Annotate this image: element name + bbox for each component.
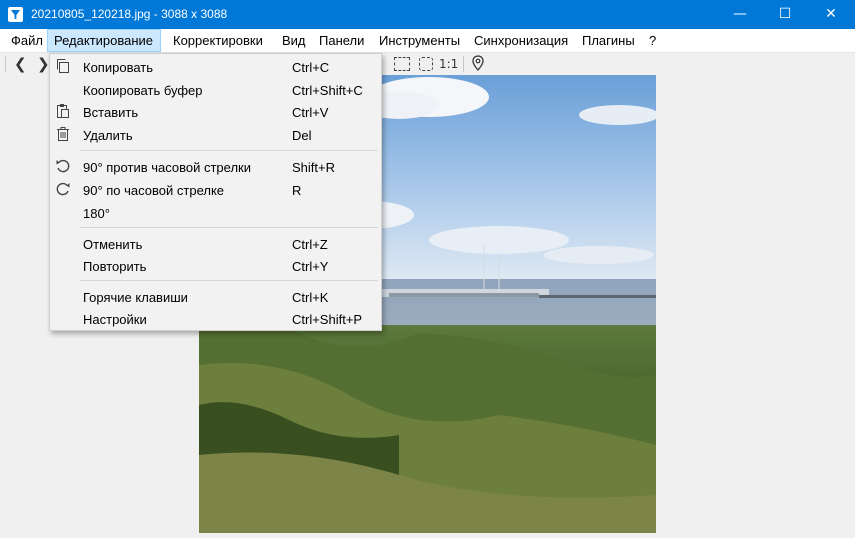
menu-item-label: Повторить [83,259,147,274]
menu-item-paste[interactable]: Вставить Ctrl+V [50,101,381,123]
fit-to-window-icon[interactable] [394,57,410,71]
chevron-right-icon[interactable]: ❯ [37,55,50,73]
trash-icon [54,126,72,144]
menu-bar: Файл Редактирование Корректировки Вид Па… [0,29,855,53]
menu-item-shortcut: Ctrl+Y [292,259,329,274]
menu-item-label: Горячие клавиши [83,290,188,305]
paste-icon [54,103,72,121]
menu-sync[interactable]: Синхронизация [468,29,574,52]
maximize-button[interactable]: ☐ [762,0,808,29]
menu-item-label: Настройки [83,312,147,327]
menu-file[interactable]: Файл [5,29,49,52]
menu-panels[interactable]: Панели [313,29,370,52]
copy-icon [54,58,72,76]
actual-size-button[interactable]: 1:1 [439,55,458,73]
app-logo-icon [8,7,23,22]
menu-adjustments[interactable]: Корректировки [167,29,269,52]
toolbar-grip [5,56,6,72]
menu-edit[interactable]: Редактирование [47,29,161,52]
menu-item-shortcut: Ctrl+Shift+P [292,312,363,327]
close-button[interactable]: ✕ [808,0,854,29]
menu-item-label: Отменить [83,237,143,252]
rotate-cw-icon [54,181,72,199]
menu-item-shortcut: Shift+R [292,160,335,175]
menu-item-label: 180° [83,206,110,221]
chevron-left-icon[interactable]: ❮ [14,55,27,73]
menu-item-settings[interactable]: Настройки Ctrl+Shift+P [50,308,381,330]
menu-item-shortcut: Ctrl+Z [292,237,328,252]
menu-item-shortcut: Ctrl+K [292,290,329,305]
menu-item-copy-buffer[interactable]: Коопировать буфер Ctrl+Shift+C [50,79,381,101]
menu-item-label: 90° по часовой стрелке [83,183,225,198]
menu-item-hotkeys[interactable]: Горячие клавиши Ctrl+K [50,286,381,308]
menu-item-shortcut: R [292,183,302,198]
rotate-ccw-icon [54,158,72,176]
menu-item-shortcut: Ctrl+C [292,60,330,75]
menu-item-label: Коопировать буфер [83,83,203,98]
menu-tools[interactable]: Инструменты [373,29,466,52]
menu-help[interactable]: ? [643,29,662,52]
title-bar: 20210805_120218.jpg - 3088 x 3088 — ☐ ✕ [0,0,855,29]
menu-item-label: Копировать [83,60,153,75]
menu-item-label: 90° против часовой стрелки [83,160,251,175]
minimize-button[interactable]: — [717,0,763,29]
menu-item-redo[interactable]: Повторить Ctrl+Y [50,255,381,277]
menu-separator [80,150,378,151]
map-pin-icon[interactable] [472,55,484,73]
menu-view[interactable]: Вид [276,29,312,52]
menu-item-delete[interactable]: Удалить Del [50,124,381,146]
menu-separator [80,280,378,281]
menu-item-shortcut: Ctrl+V [292,105,329,120]
menu-item-label: Вставить [83,105,139,120]
menu-item-rotate-ccw[interactable]: 90° против часовой стрелки Shift+R [50,156,381,178]
menu-item-label: Удалить [83,128,133,143]
menu-item-undo[interactable]: Отменить Ctrl+Z [50,233,381,255]
menu-item-rotate-180[interactable]: 180° [50,202,381,224]
fit-width-icon[interactable] [419,57,433,71]
toolbar-separator [463,56,464,72]
edit-menu-dropdown: Копировать Ctrl+C Коопировать буфер Ctrl… [49,53,382,331]
menu-plugins[interactable]: Плагины [576,29,641,52]
window-title: 20210805_120218.jpg - 3088 x 3088 [31,7,228,21]
menu-item-rotate-cw[interactable]: 90° по часовой стрелке R [50,179,381,201]
menu-item-copy[interactable]: Копировать Ctrl+C [50,56,381,78]
menu-item-shortcut: Ctrl+Shift+C [292,83,363,98]
menu-item-shortcut: Del [292,128,312,143]
menu-separator [80,227,378,228]
